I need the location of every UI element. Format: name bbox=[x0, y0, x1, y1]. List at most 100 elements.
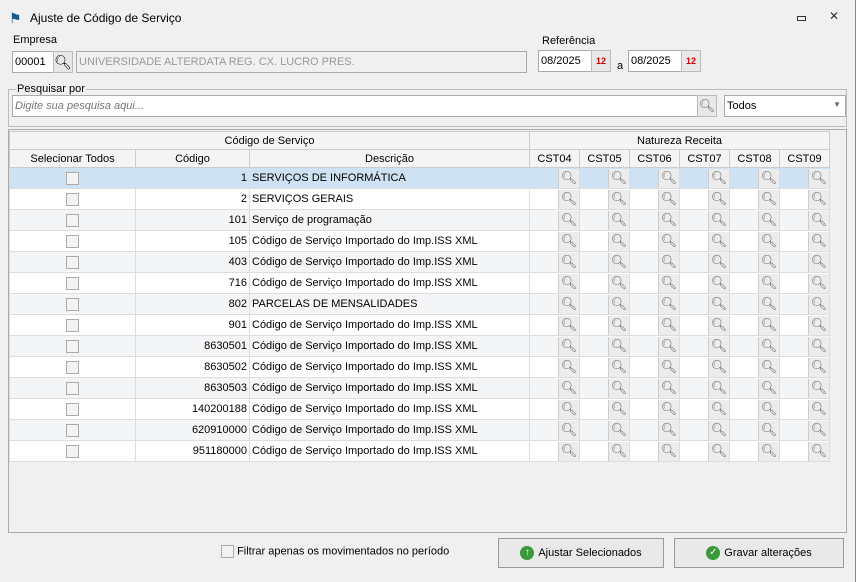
cst-cell[interactable]: 🔍︎ bbox=[579, 377, 630, 399]
cst-cell[interactable]: 🔍︎ bbox=[679, 440, 730, 462]
cst-cell[interactable]: 🔍︎ bbox=[529, 188, 580, 210]
column-header-cst08[interactable]: CST08 bbox=[729, 149, 780, 168]
column-header-cst05[interactable]: CST05 bbox=[579, 149, 630, 168]
magnifier-icon[interactable]: 🔍︎ bbox=[758, 190, 779, 209]
table-row[interactable]: 951180000 Código de Serviço Importado do … bbox=[9, 440, 830, 462]
magnifier-icon[interactable]: 🔍︎ bbox=[808, 190, 829, 209]
row-checkbox[interactable] bbox=[66, 318, 79, 332]
cst-cell[interactable]: 🔍︎ bbox=[729, 440, 780, 462]
cst-cell[interactable]: 🔍︎ bbox=[779, 335, 830, 357]
cst-cell[interactable]: 🔍︎ bbox=[779, 272, 830, 294]
magnifier-icon[interactable]: 🔍︎ bbox=[558, 190, 579, 209]
minimize-button[interactable] bbox=[797, 16, 806, 21]
table-row[interactable]: 8630503 Código de Serviço Importado do Im… bbox=[9, 377, 830, 399]
magnifier-icon[interactable]: 🔍︎ bbox=[558, 337, 579, 356]
cst-cell[interactable]: 🔍︎ bbox=[579, 272, 630, 294]
column-header-cst07[interactable]: CST07 bbox=[679, 149, 730, 168]
cst-cell[interactable]: 🔍︎ bbox=[679, 209, 730, 231]
row-select-cell[interactable] bbox=[9, 209, 136, 231]
cst-cell[interactable]: 🔍︎ bbox=[779, 314, 830, 336]
row-checkbox[interactable] bbox=[66, 213, 79, 227]
cst-cell[interactable]: 🔍︎ bbox=[779, 440, 830, 462]
cst-cell[interactable]: 🔍︎ bbox=[529, 293, 580, 315]
magnifier-icon[interactable]: 🔍︎ bbox=[758, 274, 779, 293]
magnifier-icon[interactable]: 🔍︎ bbox=[558, 211, 579, 230]
close-button[interactable]: ✕ bbox=[829, 9, 839, 23]
row-checkbox[interactable] bbox=[66, 381, 79, 395]
cst-cell[interactable]: 🔍︎ bbox=[779, 356, 830, 378]
cst-cell[interactable]: 🔍︎ bbox=[529, 167, 580, 189]
cst-cell[interactable]: 🔍︎ bbox=[579, 314, 630, 336]
cst-cell[interactable]: 🔍︎ bbox=[529, 419, 580, 441]
cst-cell[interactable]: 🔍︎ bbox=[629, 356, 680, 378]
magnifier-icon[interactable]: 🔍︎ bbox=[658, 253, 679, 272]
magnifier-icon[interactable]: 🔍︎ bbox=[758, 295, 779, 314]
magnifier-icon[interactable]: 🔍︎ bbox=[808, 421, 829, 440]
magnifier-icon[interactable]: 🔍︎ bbox=[758, 253, 779, 272]
row-checkbox[interactable] bbox=[66, 402, 79, 416]
cst-cell[interactable]: 🔍︎ bbox=[729, 356, 780, 378]
row-select-cell[interactable] bbox=[9, 314, 136, 336]
cst-cell[interactable]: 🔍︎ bbox=[529, 272, 580, 294]
magnifier-icon[interactable]: 🔍︎ bbox=[758, 211, 779, 230]
table-row[interactable]: 901 Código de Serviço Importado do Imp.IS… bbox=[9, 314, 830, 336]
magnifier-icon[interactable]: 🔍︎ bbox=[708, 274, 729, 293]
row-select-cell[interactable] bbox=[9, 230, 136, 252]
cst-cell[interactable]: 🔍︎ bbox=[579, 440, 630, 462]
magnifier-icon[interactable]: 🔍︎ bbox=[758, 358, 779, 377]
column-header-descri-o[interactable]: Descrição bbox=[249, 149, 530, 168]
column-header-cst04[interactable]: CST04 bbox=[529, 149, 580, 168]
row-select-cell[interactable] bbox=[9, 377, 136, 399]
cst-cell[interactable]: 🔍︎ bbox=[529, 440, 580, 462]
cst-cell[interactable]: 🔍︎ bbox=[679, 230, 730, 252]
calendar-from-button[interactable]: 12 bbox=[591, 50, 611, 72]
magnifier-icon[interactable]: 🔍︎ bbox=[808, 400, 829, 419]
cst-cell[interactable]: 🔍︎ bbox=[729, 167, 780, 189]
calendar-to-button[interactable]: 12 bbox=[681, 50, 701, 72]
magnifier-icon[interactable]: 🔍︎ bbox=[658, 211, 679, 230]
magnifier-icon[interactable]: 🔍︎ bbox=[608, 358, 629, 377]
cst-cell[interactable]: 🔍︎ bbox=[679, 356, 730, 378]
magnifier-icon[interactable]: 🔍︎ bbox=[658, 442, 679, 461]
row-select-cell[interactable] bbox=[9, 272, 136, 294]
table-row[interactable]: 2 SERVIÇOS GERAIS 🔍︎ 🔍︎ 🔍︎ 🔍︎ 🔍︎ 🔍︎ bbox=[9, 188, 830, 210]
magnifier-icon[interactable]: 🔍︎ bbox=[808, 379, 829, 398]
magnifier-icon[interactable]: 🔍︎ bbox=[758, 421, 779, 440]
empresa-search-button[interactable]: 🔍︎ bbox=[53, 51, 73, 73]
magnifier-icon[interactable]: 🔍︎ bbox=[558, 379, 579, 398]
referencia-to-input[interactable]: 08/2025 bbox=[628, 50, 682, 72]
cst-cell[interactable]: 🔍︎ bbox=[779, 230, 830, 252]
cst-cell[interactable]: 🔍︎ bbox=[779, 209, 830, 231]
cst-cell[interactable]: 🔍︎ bbox=[529, 209, 580, 231]
row-select-cell[interactable] bbox=[9, 251, 136, 273]
magnifier-icon[interactable]: 🔍︎ bbox=[608, 211, 629, 230]
cst-cell[interactable]: 🔍︎ bbox=[579, 188, 630, 210]
cst-cell[interactable]: 🔍︎ bbox=[779, 398, 830, 420]
row-select-cell[interactable] bbox=[9, 356, 136, 378]
magnifier-icon[interactable]: 🔍︎ bbox=[608, 316, 629, 335]
magnifier-icon[interactable]: 🔍︎ bbox=[708, 253, 729, 272]
cst-cell[interactable]: 🔍︎ bbox=[729, 272, 780, 294]
empresa-code-input[interactable]: 00001 bbox=[12, 51, 54, 73]
cst-cell[interactable]: 🔍︎ bbox=[779, 293, 830, 315]
magnifier-icon[interactable]: 🔍︎ bbox=[808, 274, 829, 293]
row-checkbox[interactable] bbox=[66, 192, 79, 206]
magnifier-icon[interactable]: 🔍︎ bbox=[808, 232, 829, 251]
magnifier-icon[interactable]: 🔍︎ bbox=[608, 232, 629, 251]
cst-cell[interactable]: 🔍︎ bbox=[579, 398, 630, 420]
table-row[interactable]: 620910000 Código de Serviço Importado do … bbox=[9, 419, 830, 441]
cst-cell[interactable]: 🔍︎ bbox=[579, 251, 630, 273]
magnifier-icon[interactable]: 🔍︎ bbox=[708, 211, 729, 230]
magnifier-icon[interactable]: 🔍︎ bbox=[758, 316, 779, 335]
adjust-selected-button[interactable]: ↑ Ajustar Selecionados bbox=[498, 538, 664, 568]
magnifier-icon[interactable]: 🔍︎ bbox=[758, 442, 779, 461]
magnifier-icon[interactable]: 🔍︎ bbox=[608, 295, 629, 314]
magnifier-icon[interactable]: 🔍︎ bbox=[608, 442, 629, 461]
cst-cell[interactable]: 🔍︎ bbox=[679, 398, 730, 420]
cst-cell[interactable]: 🔍︎ bbox=[729, 293, 780, 315]
magnifier-icon[interactable]: 🔍︎ bbox=[608, 169, 629, 188]
row-select-cell[interactable] bbox=[9, 335, 136, 357]
magnifier-icon[interactable]: 🔍︎ bbox=[608, 337, 629, 356]
row-checkbox[interactable] bbox=[66, 171, 79, 185]
cst-cell[interactable]: 🔍︎ bbox=[629, 230, 680, 252]
